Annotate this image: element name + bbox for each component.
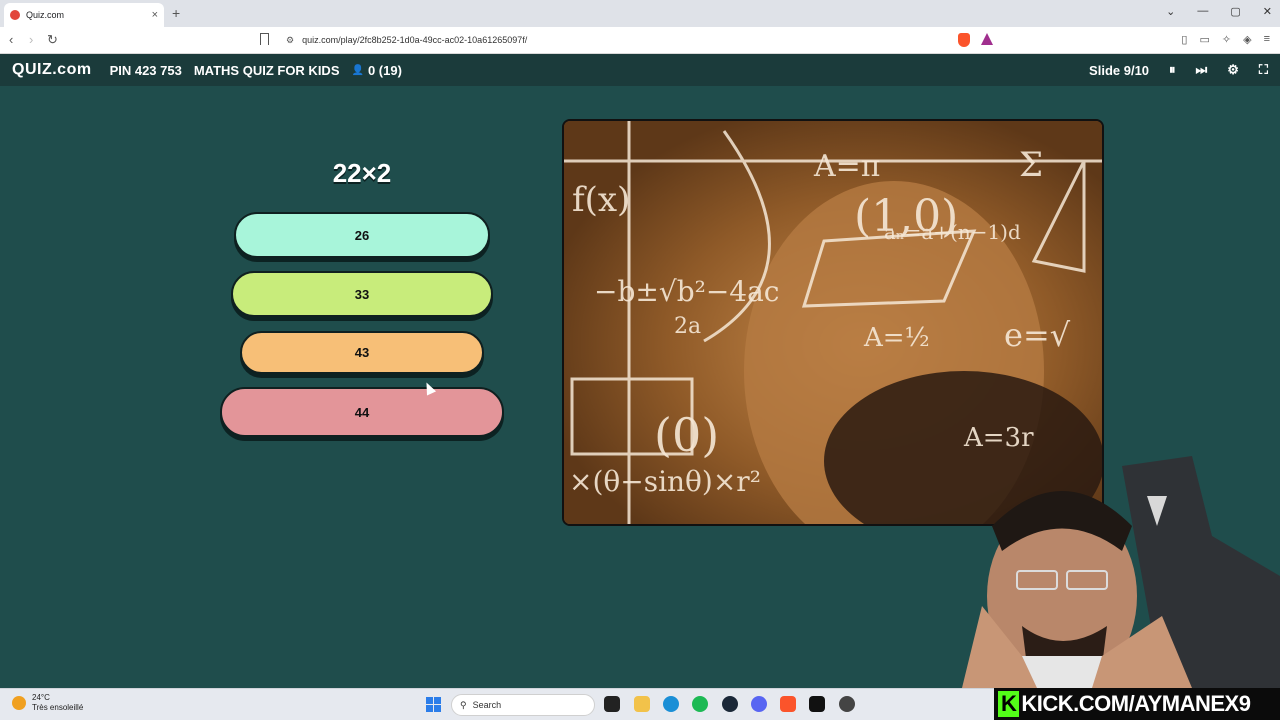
maximize-icon[interactable]: ▢ bbox=[1230, 5, 1240, 18]
brave-taskbar-icon[interactable] bbox=[780, 696, 796, 712]
browser-tab[interactable]: Quiz.com × bbox=[4, 3, 164, 27]
vpn-icon[interactable]: ◈ bbox=[1243, 33, 1251, 46]
player-count-text: 0 (19) bbox=[367, 62, 402, 78]
question-text: 22×2 bbox=[332, 158, 392, 188]
quiz-header: QUIZ.com PIN 423 753 MATHS QUIZ FOR KIDS… bbox=[0, 54, 1280, 86]
new-tab-button[interactable]: + bbox=[172, 5, 180, 21]
svg-text:A=π: A=π bbox=[813, 149, 881, 184]
search-placeholder: Search bbox=[472, 700, 502, 710]
brave-shields-icon[interactable] bbox=[958, 33, 970, 47]
window-controls: ⌄ — ▢ ✕ bbox=[1166, 5, 1272, 18]
tab-title: Quiz.com bbox=[26, 10, 65, 20]
quiz-title: MATHS QUIZ FOR KIDS bbox=[193, 62, 340, 78]
forward-icon[interactable]: › bbox=[29, 32, 33, 47]
weather-condition: Très ensoleillé bbox=[32, 703, 84, 712]
quiz-favicon-icon bbox=[10, 10, 20, 20]
streamer-webcam-image bbox=[962, 456, 1280, 688]
bookmark-icon[interactable] bbox=[260, 33, 269, 45]
address-bar[interactable]: ⚙ quiz.com/play/2fc8b252-1d0a-49cc-ac02-… bbox=[282, 30, 1002, 50]
answer-button-3[interactable]: 43 bbox=[240, 331, 484, 374]
answer-button-2[interactable]: 33 bbox=[231, 271, 493, 317]
svg-text:−b±√b²−4ac: −b±√b²−4ac bbox=[594, 275, 780, 308]
person-icon: 👤 bbox=[351, 64, 364, 76]
svg-text:×(θ−sinθ)×r²: ×(θ−sinθ)×r² bbox=[569, 465, 761, 498]
task-view-icon[interactable] bbox=[604, 696, 620, 712]
close-window-icon[interactable]: ✕ bbox=[1263, 5, 1272, 18]
svg-text:f(x): f(x) bbox=[572, 180, 630, 220]
discord-icon[interactable] bbox=[751, 696, 767, 712]
quiz-logo[interactable]: QUIZ.com bbox=[12, 61, 92, 79]
weather-widget[interactable]: 24°C Très ensoleillé bbox=[12, 693, 83, 713]
answer-button-4[interactable]: 44 bbox=[220, 387, 504, 437]
url-text: quiz.com/play/2fc8b252-1d0a-49cc-ac02-10… bbox=[302, 35, 528, 45]
pause-icon[interactable]: ⏸ bbox=[1169, 62, 1176, 78]
svg-text:(0): (0) bbox=[654, 408, 719, 462]
player-count: 👤 0 (19) bbox=[351, 63, 401, 78]
svg-text:2a: 2a bbox=[674, 314, 701, 339]
kick-channel-banner: K KICK.COM/AYMANEX9 bbox=[994, 688, 1280, 720]
svg-text:aₙ=a+(n−1)d: aₙ=a+(n−1)d bbox=[884, 220, 1021, 244]
edge-icon[interactable] bbox=[663, 696, 679, 712]
svg-text:A=3r: A=3r bbox=[963, 423, 1034, 453]
search-icon: ⚲ bbox=[460, 699, 467, 710]
minimize-icon[interactable]: — bbox=[1197, 5, 1208, 18]
windows-start-icon[interactable] bbox=[426, 697, 441, 712]
fullscreen-icon[interactable]: ⛶ bbox=[1259, 62, 1268, 78]
wallet-icon[interactable]: ▭ bbox=[1199, 33, 1209, 46]
svg-text:e=√: e=√ bbox=[1004, 316, 1071, 354]
obs-icon[interactable] bbox=[839, 696, 855, 712]
kick-url: KICK.COM/AYMANEX9 bbox=[1021, 691, 1251, 716]
spotify-icon[interactable] bbox=[692, 696, 708, 712]
menu-icon[interactable]: ≡ bbox=[1264, 33, 1270, 46]
answer-button-1[interactable]: 26 bbox=[234, 212, 490, 258]
leo-ai-icon[interactable]: ✧ bbox=[1222, 33, 1231, 46]
terminal-icon[interactable] bbox=[809, 696, 825, 712]
settings-icon[interactable]: ⚙ bbox=[1227, 62, 1239, 78]
skip-icon[interactable]: ⏭ bbox=[1196, 62, 1208, 78]
taskbar-search[interactable]: ⚲ Search bbox=[451, 694, 595, 716]
logo-main: QUIZ bbox=[12, 61, 53, 78]
tab-close-icon[interactable]: × bbox=[152, 9, 158, 21]
kick-logo: K bbox=[998, 691, 1020, 717]
svg-text:Σ: Σ bbox=[1019, 145, 1043, 185]
site-info-icon[interactable]: ⚙ bbox=[286, 35, 294, 46]
steam-icon[interactable] bbox=[722, 696, 738, 712]
logo-suffix: .com bbox=[52, 61, 92, 78]
svg-text:A=½: A=½ bbox=[863, 323, 930, 353]
brave-rewards-icon[interactable] bbox=[981, 33, 993, 45]
browser-tools: ▯ ▭ ✧ ◈ ≡ bbox=[1181, 33, 1270, 46]
slide-controls: Slide 9/10 ⏸ ⏭ ⚙ ⛶ bbox=[1089, 54, 1268, 86]
webcam-overlay bbox=[962, 456, 1280, 688]
temperature: 24°C bbox=[32, 693, 50, 702]
browser-tab-bar: Quiz.com × + ⌄ — ▢ ✕ bbox=[0, 0, 1280, 27]
reload-icon[interactable]: ↻ bbox=[47, 32, 58, 48]
back-icon[interactable]: ‹ bbox=[9, 32, 13, 47]
sun-icon bbox=[12, 696, 26, 710]
game-pin: PIN 423 753 bbox=[109, 62, 182, 78]
file-explorer-icon[interactable] bbox=[634, 696, 650, 712]
sidebar-icon[interactable]: ▯ bbox=[1181, 33, 1187, 46]
weather-text: 24°C Très ensoleillé bbox=[32, 693, 83, 713]
slide-counter: Slide 9/10 bbox=[1089, 62, 1150, 78]
tab-list-dropdown-icon[interactable]: ⌄ bbox=[1166, 5, 1175, 18]
address-toolbar: ‹ › ↻ ⚙ quiz.com/play/2fc8b252-1d0a-49cc… bbox=[0, 27, 1280, 54]
